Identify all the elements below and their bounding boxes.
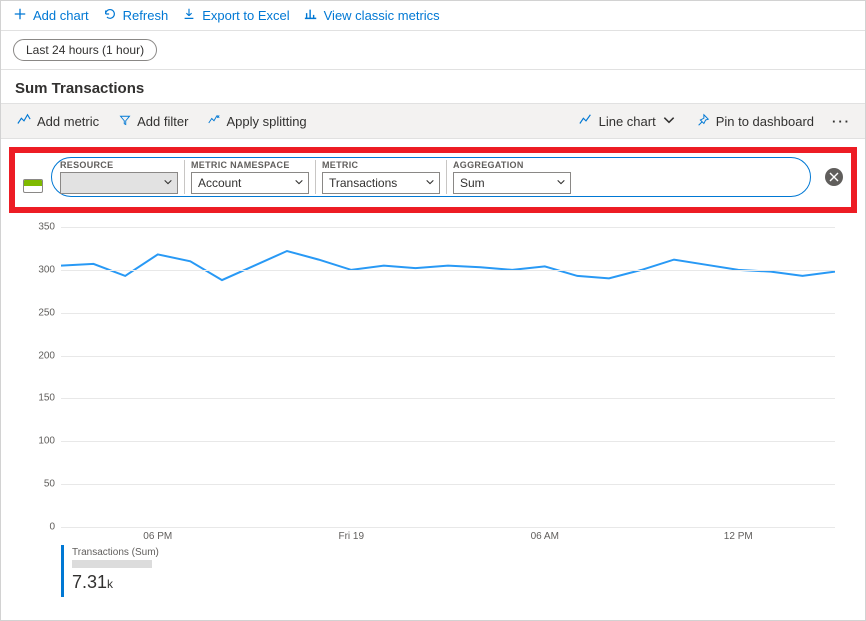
aggregation-value: Sum [460,176,485,190]
metric-dropdown[interactable]: Transactions [322,172,440,194]
time-range-pill[interactable]: Last 24 hours (1 hour) [13,39,157,61]
chevron-down-icon [163,176,173,190]
metric-value: Transactions [329,176,397,190]
y-tick-label: 50 [21,479,55,490]
aggregation-label: AGGREGATION [453,160,571,170]
refresh-button[interactable]: Refresh [103,7,169,24]
y-tick-label: 350 [21,222,55,233]
grid-line [61,270,835,271]
grid-line [61,356,835,357]
grid-line [61,441,835,442]
split-icon [208,114,220,129]
aggregation-dropdown[interactable]: Sum [453,172,571,194]
x-tick-label: 06 PM [143,531,172,542]
metric-pill: RESOURCE METRIC NAMESPACE Account METRIC… [51,157,811,197]
y-tick-label: 150 [21,393,55,404]
pin-icon [696,113,710,130]
time-range-bar: Last 24 hours (1 hour) [1,31,865,70]
export-excel-button[interactable]: Export to Excel [182,7,289,24]
resource-dropdown[interactable] [60,172,178,194]
summary-card[interactable]: Transactions (Sum) 7.31k [61,545,167,597]
remove-metric-button[interactable] [825,168,843,186]
line-metric-icon [17,113,31,130]
resource-label: RESOURCE [60,160,178,170]
y-tick-label: 250 [21,307,55,318]
y-tick-label: 200 [21,350,55,361]
y-tick-label: 300 [21,264,55,275]
x-tick-label: 12 PM [724,531,753,542]
add-chart-label: Add chart [33,8,89,23]
grid-line [61,527,835,528]
x-tick-label: Fri 19 [338,531,364,542]
grid-line [61,227,835,228]
chart-title: Sum Transactions [1,70,865,103]
bar-chart-icon [304,7,318,24]
x-tick-label: 06 AM [531,531,559,542]
color-swatch-icon [23,179,43,193]
line-series [61,227,835,527]
chart-area: 0 50 100 150 200 250 300 350 06 PM Fri 19 06 AM 12 … [1,221,865,597]
chevron-down-icon [425,176,435,190]
top-toolbar: Add chart Refresh Export to Excel View c… [1,1,865,31]
y-tick-label: 0 [21,522,55,533]
refresh-label: Refresh [123,8,169,23]
namespace-label: METRIC NAMESPACE [191,160,309,170]
namespace-value: Account [198,176,241,190]
grid-line [61,313,835,314]
apply-splitting-button[interactable]: Apply splitting [200,108,314,135]
chart-toolbar: Add metric Add filter Apply splitting Li… [1,103,865,139]
chevron-down-icon [556,176,566,190]
summary-label: Transactions (Sum) [72,547,159,558]
line-chart-icon [579,113,593,130]
add-metric-label: Add metric [37,114,99,129]
chart-type-label: Line chart [599,114,656,129]
add-metric-button[interactable]: Add metric [9,107,107,136]
grid-line [61,398,835,399]
pin-dashboard-label: Pin to dashboard [716,114,814,129]
add-filter-label: Add filter [137,114,188,129]
add-filter-button[interactable]: Add filter [111,108,196,135]
time-range-label: Last 24 hours (1 hour) [26,43,144,57]
summary-value: 7.31k [72,572,159,593]
download-icon [182,7,196,24]
view-classic-button[interactable]: View classic metrics [304,7,440,24]
y-tick-label: 100 [21,436,55,447]
metric-label: METRIC [322,160,440,170]
chart-type-dropdown[interactable]: Line chart [571,107,684,136]
summary-placeholder-bar [72,560,152,568]
close-icon [829,170,839,185]
grid-line [61,484,835,485]
chevron-down-icon [294,176,304,190]
filter-icon [119,114,131,129]
view-classic-label: View classic metrics [324,8,440,23]
namespace-dropdown[interactable]: Account [191,172,309,194]
add-chart-button[interactable]: Add chart [13,7,89,24]
plus-icon [13,7,27,24]
export-excel-label: Export to Excel [202,8,289,23]
chevron-down-icon [662,113,676,130]
pin-dashboard-button[interactable]: Pin to dashboard [688,107,822,136]
apply-splitting-label: Apply splitting [226,114,306,129]
refresh-icon [103,7,117,24]
line-plot[interactable]: 05010015020025030035006 PMFri 1906 AM12 … [21,227,845,527]
more-menu-button[interactable]: ··· [826,110,857,133]
metric-selector-row: RESOURCE METRIC NAMESPACE Account METRIC… [9,147,857,213]
